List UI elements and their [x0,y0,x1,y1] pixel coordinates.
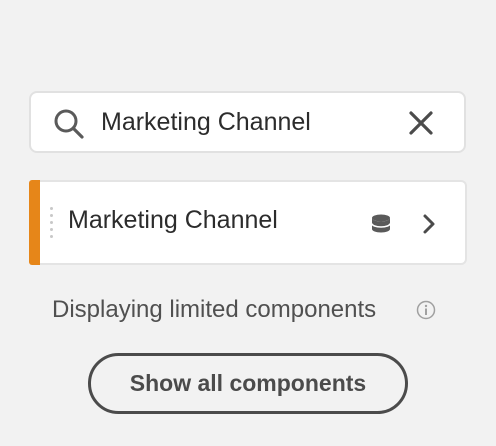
list-item[interactable]: Marketing Channel [29,180,467,265]
chevron-right-icon[interactable] [420,212,438,236]
database-icon [371,214,391,233]
search-input[interactable] [101,101,391,143]
show-all-components-button[interactable]: Show all components [88,353,408,414]
drag-handle[interactable] [50,207,56,243]
info-icon[interactable] [416,300,436,320]
limited-components-text: Displaying limited components [52,296,377,323]
component-search [29,91,466,153]
clear-search-button[interactable] [403,105,439,141]
search-icon [54,109,84,139]
close-icon [409,111,433,135]
component-label: Marketing Channel [68,206,278,234]
dimension-accent-bar [29,180,40,265]
